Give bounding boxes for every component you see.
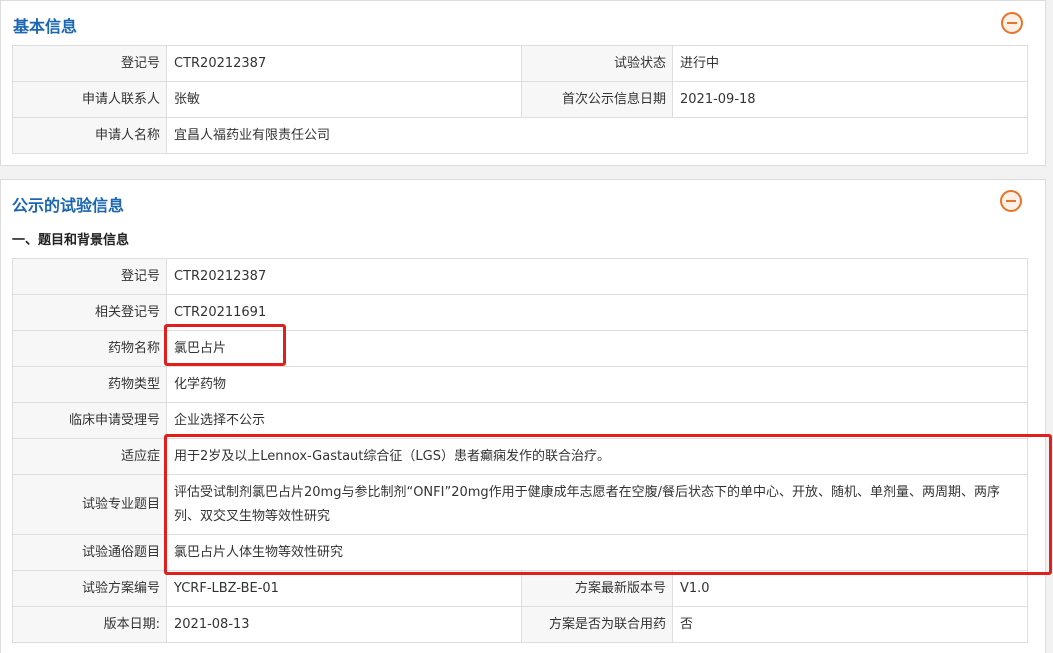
field-value: CTR20212387	[166, 45, 522, 82]
field-value: 氯巴占片人体生物等效性研究	[165, 534, 1029, 571]
field-value: YCRF-LBZ-BE-01	[166, 570, 522, 607]
table-row: 试验通俗题目 氯巴占片人体生物等效性研究	[12, 534, 1029, 571]
field-label: 试验通俗题目	[12, 534, 167, 571]
basic-info-title: 基本信息	[13, 17, 78, 36]
field-label: 药物类型	[12, 366, 167, 403]
field-value: V1.0	[671, 570, 1029, 607]
section-heading: 一、题目和背景信息	[12, 233, 130, 248]
field-label: 药物名称	[12, 330, 167, 367]
trial-info-table: 登记号 CTR20212387 相关登记号 CTR20211691 药物名称 氯…	[12, 258, 1029, 643]
field-label: 方案最新版本号	[521, 570, 673, 607]
field-value: 化学药物	[165, 366, 1029, 403]
minus-circle-icon[interactable]	[1000, 190, 1022, 212]
field-label: 申请人名称	[12, 117, 167, 154]
field-value: 进行中	[672, 45, 1028, 82]
table-row: 试验方案编号 YCRF-LBZ-BE-01 方案最新版本号 V1.0	[12, 570, 1029, 607]
field-label: 登记号	[12, 258, 167, 295]
table-row: 药物类型 化学药物	[12, 366, 1029, 403]
field-value: CTR20212387	[165, 258, 1029, 295]
field-label: 首次公示信息日期	[521, 81, 673, 118]
table-row: 版本日期: 2021-08-13 方案是否为联合用药 否	[12, 606, 1029, 643]
field-label: 临床申请受理号	[12, 402, 167, 439]
table-row: 申请人名称 宜昌人福药业有限责任公司	[12, 117, 1028, 154]
table-row: 登记号 CTR20212387 试验状态 进行中	[12, 45, 1028, 82]
field-value: 宜昌人福药业有限责任公司	[166, 117, 1028, 154]
field-label: 试验专业题目	[12, 474, 167, 535]
field-value: 用于2岁及以上Lennox-Gastaut综合征（LGS）患者癫痫发作的联合治疗…	[165, 438, 1029, 475]
field-value: 氯巴占片	[165, 330, 1029, 367]
table-row: 试验专业题目 评估受试制剂氯巴占片20mg与参比制剂“ONFI”20mg作用于健…	[12, 474, 1029, 535]
field-label: 申请人联系人	[12, 81, 167, 118]
field-value: CTR20211691	[165, 294, 1029, 331]
field-value: 评估受试制剂氯巴占片20mg与参比制剂“ONFI”20mg作用于健康成年志愿者在…	[165, 474, 1029, 535]
basic-info-table: 登记号 CTR20212387 试验状态 进行中 申请人联系人 张敏 首次公示信…	[12, 45, 1028, 154]
table-row: 临床申请受理号 企业选择不公示	[12, 402, 1029, 439]
field-value: 否	[671, 606, 1029, 643]
field-label: 方案是否为联合用药	[521, 606, 673, 643]
field-label: 适应症	[12, 438, 167, 475]
field-label: 试验状态	[521, 45, 673, 82]
table-row: 药物名称 氯巴占片	[12, 330, 1029, 367]
field-value: 2021-09-18	[672, 81, 1028, 118]
field-label: 试验方案编号	[12, 570, 167, 607]
field-value: 张敏	[166, 81, 522, 118]
minus-circle-icon[interactable]	[1001, 12, 1023, 34]
field-label: 版本日期:	[12, 606, 167, 643]
field-value: 企业选择不公示	[165, 402, 1029, 439]
table-row: 相关登记号 CTR20211691	[12, 294, 1029, 331]
table-row: 申请人联系人 张敏 首次公示信息日期 2021-09-18	[12, 81, 1028, 118]
public-trial-info-title: 公示的试验信息	[12, 196, 125, 215]
field-value: 2021-08-13	[166, 606, 522, 643]
field-label: 相关登记号	[12, 294, 167, 331]
table-row: 登记号 CTR20212387	[12, 258, 1029, 295]
table-row: 适应症 用于2岁及以上Lennox-Gastaut综合征（LGS）患者癫痫发作的…	[12, 438, 1029, 475]
field-label: 登记号	[12, 45, 167, 82]
